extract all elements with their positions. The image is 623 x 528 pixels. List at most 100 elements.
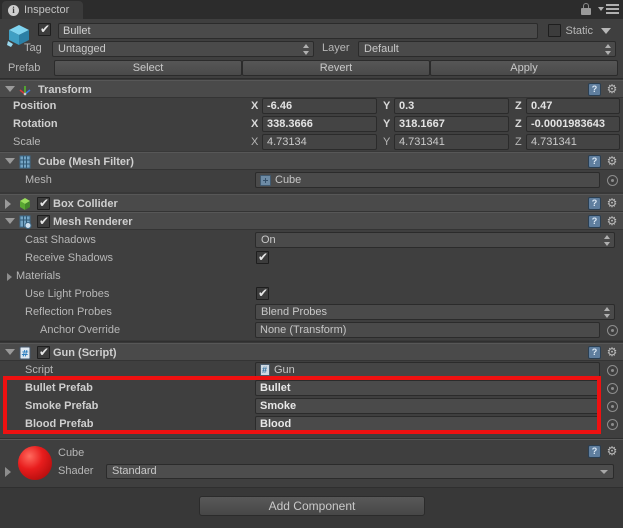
prefab-revert-button[interactable]: Revert — [242, 60, 430, 76]
help-icon[interactable]: ? — [588, 445, 601, 458]
help-icon[interactable]: ? — [588, 215, 601, 228]
foldout-gun-script-icon[interactable] — [5, 349, 15, 355]
prefab-select-button[interactable]: Select — [54, 60, 242, 76]
reflection-probes-label: Reflection Probes — [25, 306, 112, 318]
rotation-y-input[interactable]: 318.1667 — [394, 116, 509, 132]
component-header-gun-script[interactable]: # Gun (Script) ? ⚙ — [0, 343, 623, 361]
position-x-input[interactable]: -6.46 — [262, 98, 377, 114]
gear-icon[interactable]: ⚙ — [605, 346, 619, 360]
mesh-label: Mesh — [25, 174, 52, 186]
prefab-row: Prefab Select Revert Apply — [0, 60, 623, 78]
blood-prefab-object-field[interactable]: Blood — [255, 416, 600, 432]
axis-label-x: X — [251, 100, 259, 112]
anchor-override-object-field[interactable]: None (Transform) — [255, 322, 600, 338]
foldout-transform-icon[interactable] — [5, 86, 15, 92]
mesh-object-picker-icon[interactable] — [607, 175, 618, 186]
mesh-renderer-enabled-checkbox[interactable] — [37, 214, 50, 228]
object-name-row: Bullet Static — [38, 22, 617, 39]
box-collider-enabled-checkbox[interactable] — [37, 196, 50, 210]
static-checkbox[interactable] — [548, 24, 562, 37]
foldout-box-collider-icon[interactable] — [5, 199, 11, 209]
scale-label: Scale — [13, 136, 41, 148]
foldout-mesh-renderer-icon[interactable] — [5, 218, 15, 224]
tab-inspector[interactable]: i Inspector — [2, 1, 84, 19]
component-header-mesh-renderer[interactable]: Mesh Renderer ? ⚙ — [0, 212, 623, 230]
static-dropdown-arrow[interactable] — [601, 28, 611, 34]
smoke-prefab-picker-icon[interactable] — [607, 401, 618, 412]
add-component-area: Add Component — [0, 488, 623, 528]
cast-shadows-dropdown[interactable]: On — [255, 232, 615, 248]
help-icon[interactable]: ? — [588, 346, 601, 359]
help-icon[interactable]: ? — [588, 83, 601, 96]
tag-dropdown[interactable]: Untagged — [52, 41, 314, 57]
script-asset-icon — [260, 364, 270, 376]
rotation-x-input[interactable]: 338.3666 — [262, 116, 377, 132]
transform-position-row: Position X -6.46 Y 0.3 Z 0.47 — [0, 98, 623, 115]
gear-icon[interactable]: ⚙ — [605, 155, 619, 169]
position-z-input[interactable]: 0.47 — [526, 98, 620, 114]
script-object-picker-icon[interactable] — [607, 365, 618, 376]
axis-label-z: Z — [515, 136, 522, 148]
static-label: Static — [565, 24, 593, 37]
foldout-material-icon[interactable] — [5, 467, 11, 477]
tag-dropdown-value: Untagged — [58, 43, 106, 55]
mesh-filter-mesh-row: Mesh Cube — [0, 172, 623, 189]
use-light-probes-checkbox[interactable] — [256, 286, 269, 300]
prefab-apply-button[interactable]: Apply — [430, 60, 618, 76]
foldout-mesh-filter-icon[interactable] — [5, 158, 15, 164]
mesh-object-field[interactable]: Cube — [255, 172, 600, 188]
component-header-transform[interactable]: Transform ? ⚙ — [0, 80, 623, 98]
gear-icon[interactable]: ⚙ — [605, 83, 619, 97]
materials-row[interactable]: Materials — [0, 268, 623, 285]
shader-label: Shader — [58, 465, 94, 477]
gear-icon[interactable]: ⚙ — [605, 215, 619, 229]
add-component-button[interactable]: Add Component — [199, 496, 425, 516]
lock-icon[interactable] — [581, 3, 591, 15]
axis-label-z: Z — [515, 118, 522, 130]
bullet-prefab-value: Bullet — [260, 382, 291, 394]
object-name-input[interactable]: Bullet — [58, 23, 538, 39]
receive-shadows-checkbox[interactable] — [256, 250, 269, 264]
chevron-updown-icon — [605, 43, 612, 56]
help-icon[interactable]: ? — [588, 155, 601, 168]
scale-z-input[interactable]: 4.731341 — [526, 134, 620, 150]
rotation-z-input[interactable]: -0.0001983643 — [526, 116, 620, 132]
box-collider-icon — [20, 198, 30, 210]
gear-icon[interactable]: ⚙ — [605, 197, 619, 211]
reflection-probes-dropdown[interactable]: Blend Probes — [255, 304, 615, 320]
position-y-input[interactable]: 0.3 — [394, 98, 509, 114]
help-icon[interactable]: ? — [588, 197, 601, 210]
object-enabled-checkbox[interactable] — [38, 22, 51, 36]
bullet-prefab-picker-icon[interactable] — [607, 383, 618, 394]
anchor-override-picker-icon[interactable] — [607, 325, 618, 336]
smoke-prefab-object-field[interactable]: Smoke — [255, 398, 600, 414]
smoke-prefab-label: Smoke Prefab — [25, 400, 99, 412]
component-title-mesh-filter: Cube (Mesh Filter) — [38, 156, 134, 168]
bullet-prefab-object-field[interactable]: Bullet — [255, 380, 600, 396]
tag-layer-row: Tag Untagged Layer Default — [0, 41, 623, 58]
axis-label-y: Y — [383, 118, 391, 130]
shader-dropdown[interactable]: Standard — [106, 464, 614, 479]
chevron-updown-icon — [303, 43, 310, 56]
axis-label-x: X — [251, 136, 259, 148]
svg-text:#: # — [21, 350, 29, 360]
script-object-field[interactable]: Gun — [255, 362, 600, 378]
foldout-materials-icon[interactable] — [7, 273, 12, 281]
cast-shadows-row: Cast Shadows On — [0, 232, 623, 249]
scale-y-input[interactable]: 4.731341 — [394, 134, 509, 150]
scale-x-input[interactable]: 4.73134 — [262, 134, 377, 150]
gun-script-enabled-checkbox[interactable] — [37, 345, 50, 359]
gear-icon[interactable]: ⚙ — [605, 445, 619, 459]
blood-prefab-picker-icon[interactable] — [607, 419, 618, 430]
component-title-gun-script: Gun (Script) — [53, 347, 117, 359]
component-body-mesh-filter: Mesh Cube — [0, 170, 623, 192]
mesh-asset-icon — [260, 174, 271, 186]
layer-dropdown[interactable]: Default — [358, 41, 616, 57]
script-row: Script Gun — [0, 362, 623, 379]
component-body-gun-script: Script Gun Bullet Prefab Bullet Smoke Pr… — [0, 361, 623, 438]
component-header-mesh-filter[interactable]: Cube (Mesh Filter) ? ⚙ — [0, 152, 623, 170]
component-header-box-collider[interactable]: Box Collider ? ⚙ — [0, 194, 623, 212]
prefab-label: Prefab — [8, 62, 41, 74]
anchor-override-row: Anchor Override None (Transform) — [0, 322, 623, 339]
hamburger-menu-icon[interactable] — [598, 4, 619, 14]
